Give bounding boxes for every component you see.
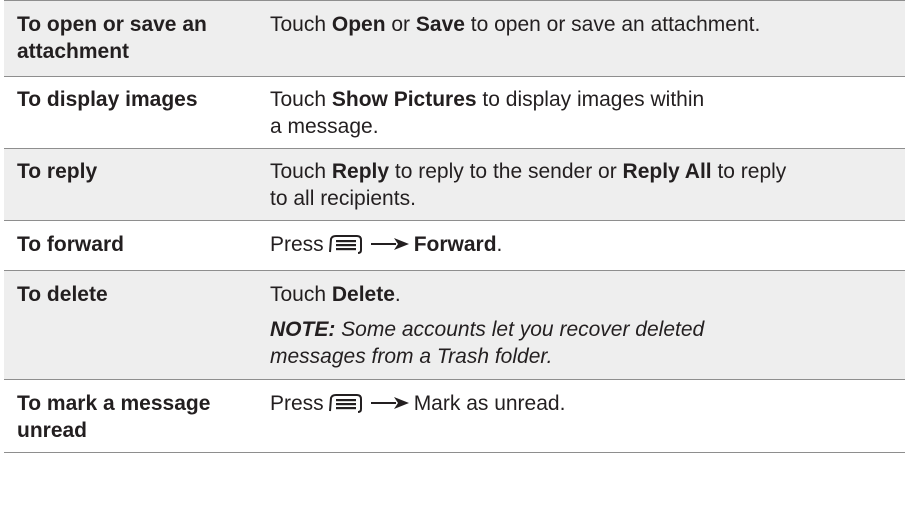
desc-text: to open or save an attachment.	[464, 13, 761, 36]
table-row: To delete Touch Delete. NOTE: Some accou…	[4, 270, 905, 379]
delete-term: Delete	[331, 283, 395, 306]
desc-text: to reply to the sender or	[389, 160, 623, 183]
open-term: Open	[331, 13, 386, 36]
email-actions-table: To open or save an attachment Touch Open…	[4, 0, 905, 453]
action-label: To delete	[17, 283, 108, 306]
desc-text: Mark as unread.	[413, 392, 566, 415]
show-pictures-term: Show Pictures	[331, 88, 477, 111]
desc-text: Touch	[270, 283, 332, 306]
desc-text: .	[394, 283, 401, 306]
note: NOTE: Some accounts let you recover dele…	[270, 316, 900, 370]
action-description: Touch Show Pictures to display images wi…	[270, 86, 900, 140]
reply-all-term: Reply All	[622, 160, 712, 183]
action-description: Touch Delete. NOTE: Some accounts let yo…	[270, 281, 900, 370]
note-text: messages from a Trash folder.	[270, 345, 553, 368]
table-row: To reply Touch Reply to reply to the sen…	[4, 148, 905, 220]
desc-text: Touch	[270, 88, 332, 111]
desc-text: .	[496, 233, 503, 256]
desc-text: Touch	[270, 160, 332, 183]
action-description: Press Mark as unread.	[270, 390, 900, 417]
right-arrow-icon	[370, 396, 410, 410]
table-row: To open or save an attachment Touch Open…	[4, 0, 905, 76]
desc-text: Press	[270, 233, 324, 256]
menu-key-icon	[328, 392, 364, 414]
note-text: Some accounts let you recover deleted	[335, 318, 705, 341]
forward-term: Forward	[413, 233, 497, 256]
save-term: Save	[415, 13, 465, 36]
desc-text: Press	[270, 392, 324, 415]
menu-key-icon	[328, 233, 364, 255]
note-label: NOTE:	[270, 318, 336, 341]
table-row: To display images Touch Show Pictures to…	[4, 76, 905, 148]
desc-text: Touch	[270, 13, 332, 36]
action-label: To display images	[17, 88, 198, 111]
desc-text: a message.	[270, 115, 379, 138]
reply-term: Reply	[331, 160, 390, 183]
table-row: To mark a message unread Press Mark as un…	[4, 379, 905, 453]
desc-text: to all recipients.	[270, 187, 416, 210]
action-label: To reply	[17, 160, 98, 183]
desc-text: to display images within	[476, 88, 705, 111]
action-description: Touch Reply to reply to the sender or Re…	[270, 158, 900, 212]
desc-text: to reply	[711, 160, 787, 183]
action-description: Press Forward.	[270, 231, 900, 258]
right-arrow-icon	[370, 237, 410, 251]
action-label: To mark a message unread	[17, 392, 211, 442]
table-row: To forward Press Forward.	[4, 220, 905, 270]
desc-text: or	[385, 13, 416, 36]
action-description: Touch Open or Save to open or save an at…	[270, 11, 900, 38]
action-label: To forward	[17, 233, 124, 256]
action-label: To open or save an attachment	[17, 13, 207, 63]
